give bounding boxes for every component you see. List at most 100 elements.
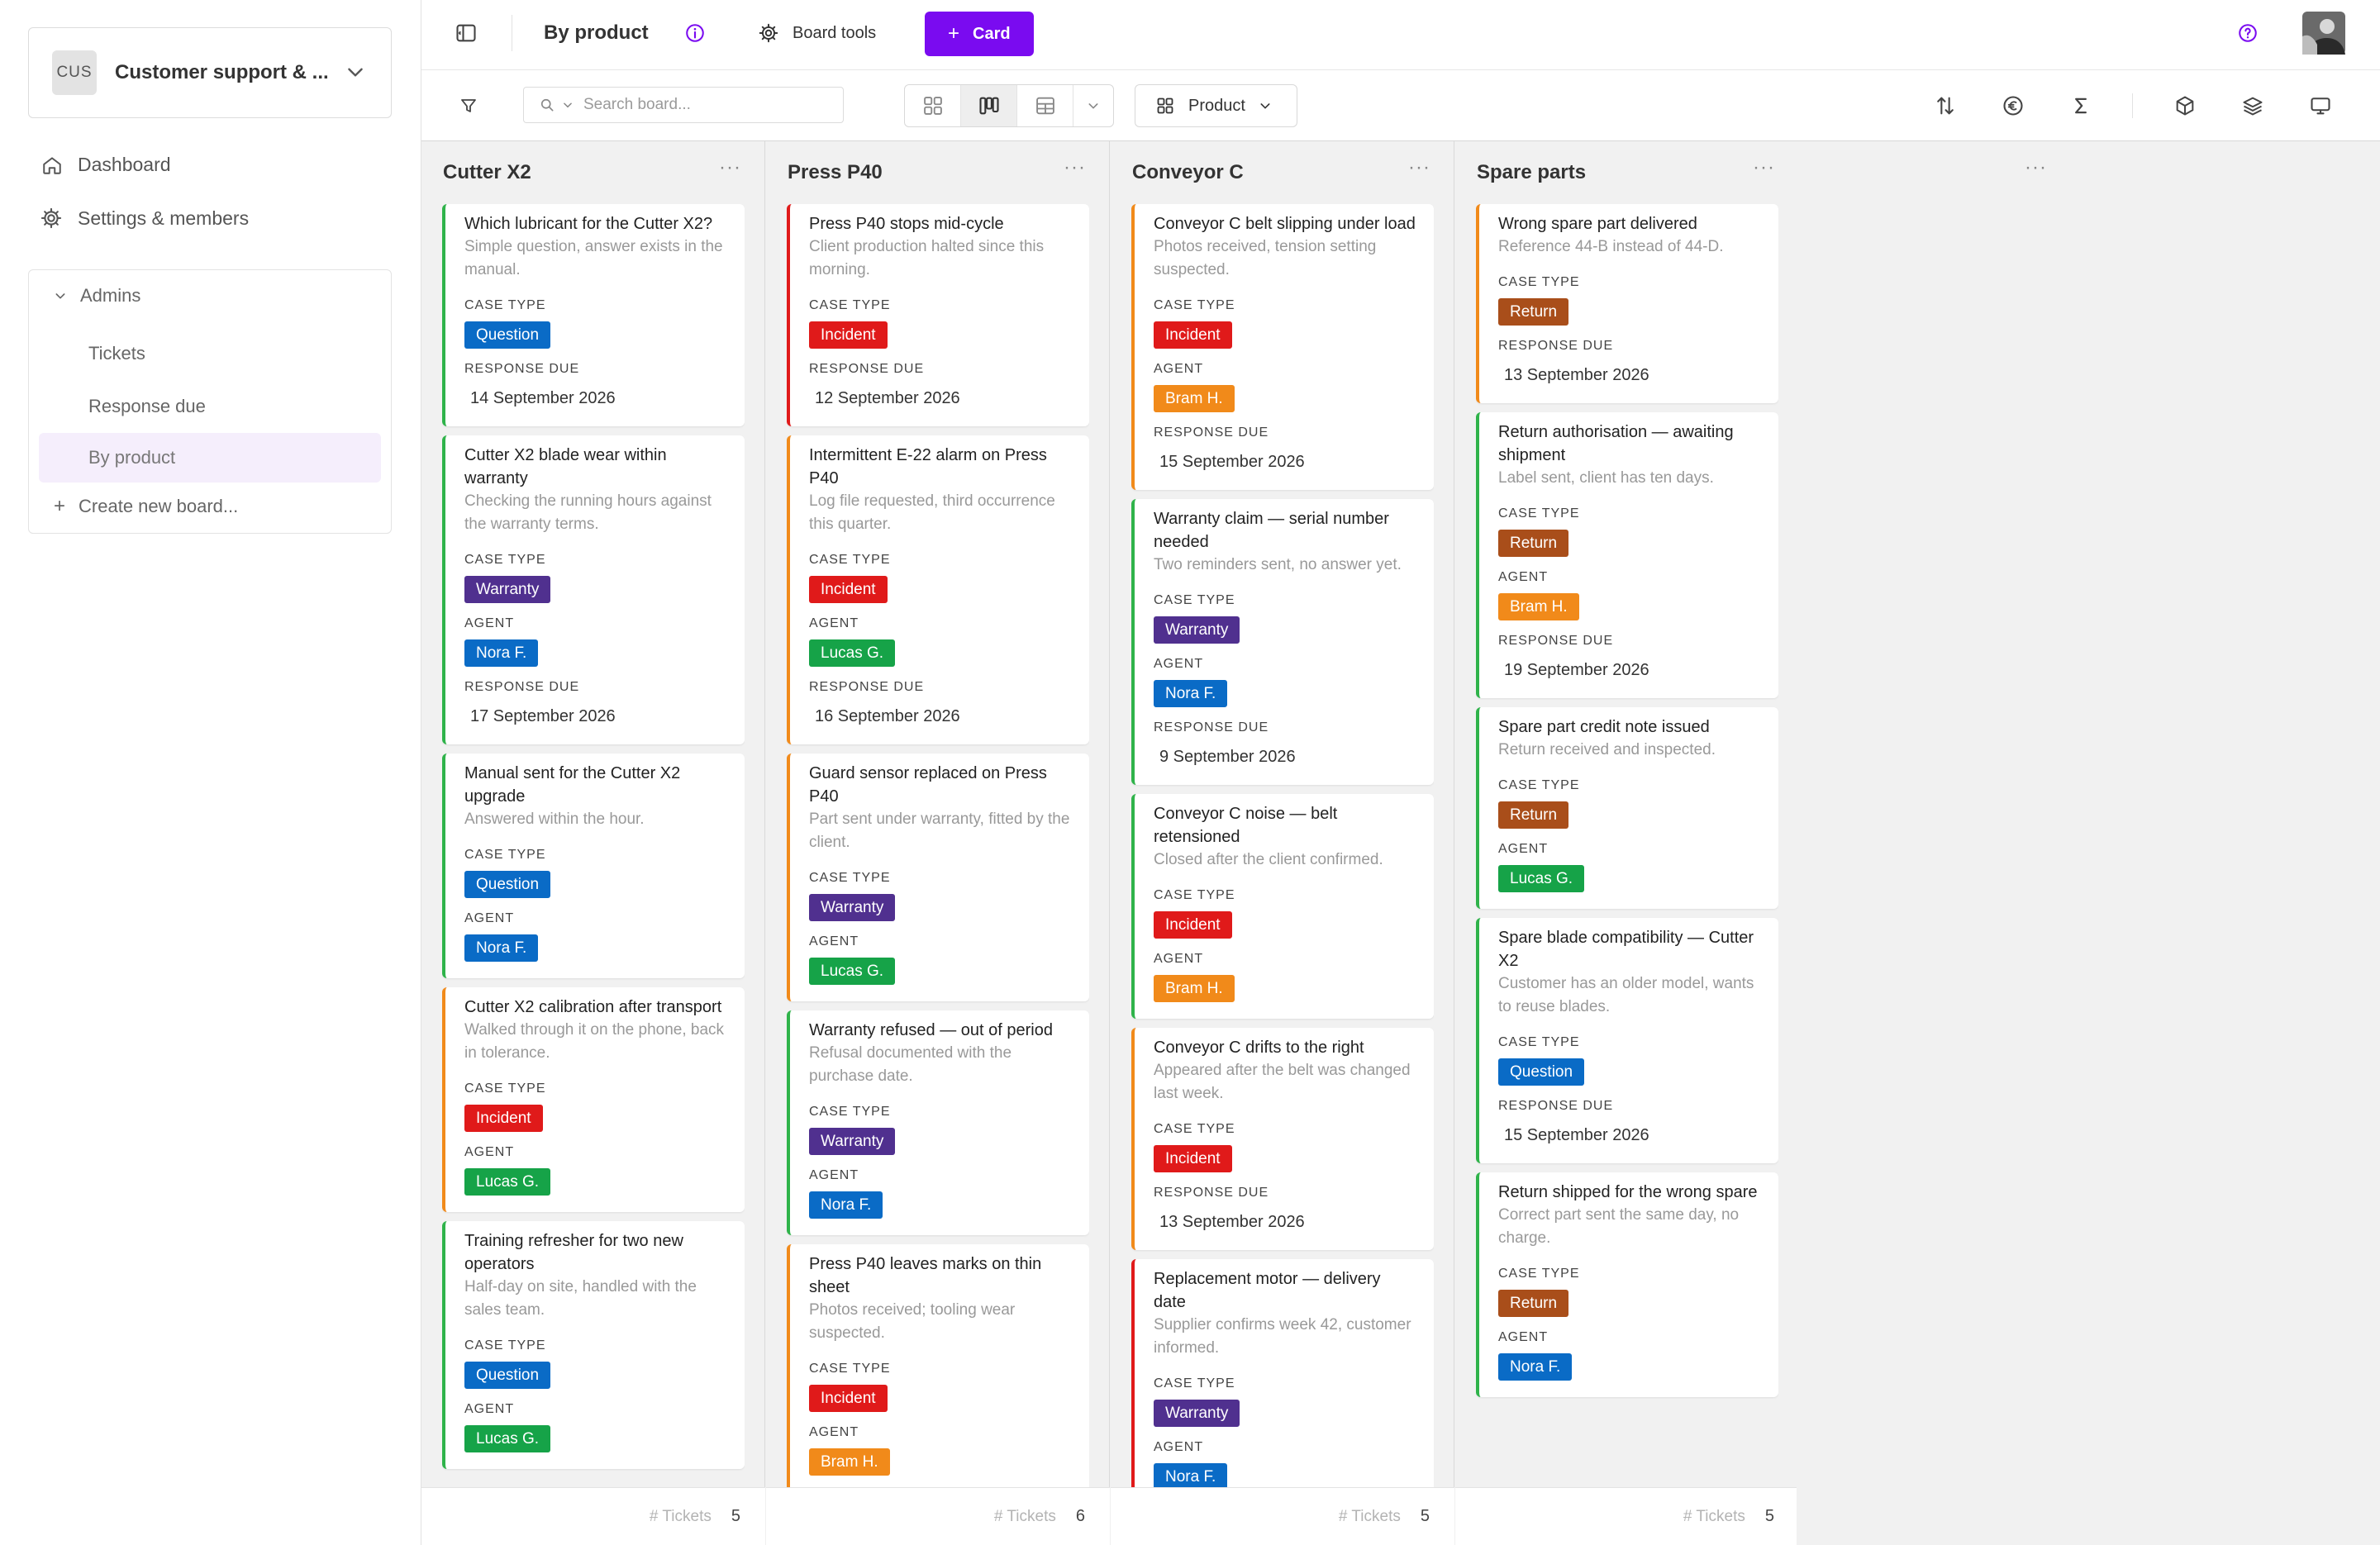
create-new-board-button[interactable]: + Create new board... — [54, 495, 238, 518]
tag-row: Nora F. — [464, 633, 728, 667]
workspace-switcher[interactable]: CUS Customer support & ... — [28, 27, 392, 118]
box-icon — [2176, 96, 2194, 116]
tag-row: Nora F. — [1498, 1347, 1762, 1381]
ticket-card[interactable]: Wrong spare part delivered Reference 44-B… — [1476, 204, 1778, 403]
create-new-board-label: Create new board... — [79, 496, 239, 516]
ticket-card[interactable]: Which lubricant for the Cutter X2? Simple… — [442, 204, 745, 426]
more-icon[interactable]: ··· — [719, 156, 741, 179]
board-item-by-product[interactable]: By product — [39, 433, 381, 483]
ticket-card[interactable]: Spare part credit note issued Return rece… — [1476, 707, 1778, 909]
ticket-count: 6 — [1075, 1507, 1085, 1525]
layers-button[interactable] — [2239, 92, 2267, 120]
view-grid-button[interactable] — [905, 85, 961, 126]
ticket-card[interactable]: Spare blade compatibility — Cutter X2 Cus… — [1476, 918, 1778, 1163]
ticket-card[interactable]: Guard sensor replaced on Press P40 Part s… — [787, 753, 1089, 1001]
chevron-down-icon — [1088, 103, 1098, 109]
more-icon[interactable]: ··· — [1753, 156, 1775, 179]
view-kanban-button[interactable] — [961, 85, 1017, 126]
board-tools-button[interactable]: Board tools — [758, 0, 876, 66]
case-type-badge: Incident — [1154, 1145, 1232, 1172]
tag-row: Return — [1498, 1283, 1762, 1317]
card-list: Wrong spare part delivered Reference 44-B… — [1476, 204, 1778, 1491]
ticket-card[interactable]: Conveyor C drifts to the right Appeared a… — [1131, 1028, 1434, 1250]
tag-row: Return — [1498, 795, 1762, 829]
boards-group-admins[interactable]: Admins — [54, 285, 140, 307]
ticket-card[interactable]: Return shipped for the wrong spare Correc… — [1476, 1172, 1778, 1397]
ticket-card[interactable]: Press P40 stops mid-cycle Client producti… — [787, 204, 1089, 426]
card-list: Which lubricant for the Cutter X2? Simple… — [442, 204, 745, 1491]
more-icon[interactable]: ··· — [1064, 156, 1086, 179]
more-icon[interactable]: ··· — [1408, 156, 1430, 179]
ticket-count: 5 — [731, 1507, 740, 1525]
nav-settings[interactable]: Settings & members — [40, 207, 249, 230]
ticket-card[interactable]: Training refresher for two new operators… — [442, 1221, 745, 1469]
field-label: AGENT — [809, 1168, 859, 1182]
ticket-card[interactable]: Warranty refused — out of period Refusal … — [787, 1010, 1089, 1235]
ticket-card[interactable]: Press P40 leaves marks on thin sheet Phot… — [787, 1244, 1089, 1491]
field-label: AGENT — [464, 1145, 515, 1159]
response-due-date: 19 September 2026 — [1504, 661, 1649, 679]
toggle-sidebar-button[interactable] — [455, 0, 478, 66]
search-input[interactable]: Search board... — [523, 87, 844, 123]
add-card-label: Card — [973, 24, 1011, 43]
user-avatar[interactable] — [2302, 0, 2345, 66]
case-type-badge: Warranty — [809, 894, 896, 921]
more-icon[interactable]: ··· — [2025, 156, 2047, 179]
ticket-count: 5 — [1420, 1507, 1430, 1525]
currency-button[interactable] — [1999, 92, 2027, 120]
view-table-button[interactable] — [1017, 85, 1073, 126]
agent-badge: Lucas G. — [1498, 865, 1585, 892]
group-by-select[interactable]: Product — [1135, 84, 1297, 127]
column-footer: # Tickets 5 — [421, 1487, 765, 1545]
agent-badge: Bram H. — [809, 1448, 890, 1476]
board-column: Spare parts ··· Wrong spare part delivered… — [1455, 141, 1799, 1545]
tag-row: Lucas G. — [1498, 858, 1762, 892]
agent-badge: Lucas G. — [464, 1425, 551, 1452]
field-label: AGENT — [1154, 1440, 1204, 1454]
workspace-name: Customer support & ... — [115, 61, 329, 83]
ticket-card[interactable]: Conveyor C belt slipping under load Photo… — [1131, 204, 1434, 490]
response-due-date: 13 September 2026 — [1504, 366, 1649, 384]
card-description: Correct part sent the same day, no charg… — [1498, 1206, 1740, 1247]
board-info-button[interactable] — [684, 0, 706, 66]
package-button[interactable] — [2171, 92, 2199, 120]
ticket-card[interactable]: Intermittent E-22 alarm on Press P40 Log … — [787, 435, 1089, 744]
field-label: RESPONSE DUE — [1498, 1099, 1614, 1113]
tag-row: Bram H. — [1154, 378, 1417, 412]
ticket-card[interactable]: Return authorisation — awaiting shipment… — [1476, 412, 1778, 698]
ticket-card[interactable]: Cutter X2 calibration after transport Wal… — [442, 987, 745, 1212]
ticket-card[interactable]: Cutter X2 blade wear within warranty Chec… — [442, 435, 745, 744]
board-item-tickets[interactable]: Tickets — [39, 329, 381, 378]
view-more-button[interactable] — [1073, 85, 1113, 126]
card-title: Wrong spare part delivered — [1498, 215, 1697, 233]
sum-button[interactable] — [2067, 92, 2095, 120]
grid-icon — [923, 97, 942, 115]
field-label: CASE TYPE — [1498, 275, 1580, 289]
tag-row: Lucas G. — [464, 1419, 728, 1452]
ticket-card[interactable]: Warranty claim — serial number needed Two… — [1131, 499, 1434, 785]
field-label: CASE TYPE — [809, 1362, 891, 1376]
tag-row: Return — [1498, 523, 1762, 557]
card-description: Simple question, answer exists in the ma… — [464, 238, 723, 278]
nav-dashboard[interactable]: Dashboard — [41, 154, 171, 176]
search-icon — [540, 98, 554, 112]
info-icon — [686, 24, 704, 42]
sort-button[interactable] — [1931, 92, 1959, 120]
case-type-badge: Warranty — [464, 576, 551, 603]
ticket-card[interactable]: Manual sent for the Cutter X2 upgrade Ans… — [442, 753, 745, 978]
card-title: Press P40 leaves marks on thin sheet — [809, 1255, 1042, 1296]
ticket-card[interactable]: Replacement motor — delivery date Supplie… — [1131, 1259, 1434, 1491]
ticket-card[interactable]: Conveyor C noise — belt retensioned Close… — [1131, 794, 1434, 1019]
agent-badge: Lucas G. — [809, 958, 896, 985]
case-type-badge: Warranty — [1154, 1400, 1240, 1427]
help-button[interactable] — [2237, 0, 2259, 66]
case-type-badge: Return — [1498, 801, 1569, 829]
tag-row: Incident — [464, 1098, 728, 1132]
tag-row: Question — [464, 864, 728, 898]
filter-button[interactable] — [455, 92, 483, 120]
present-button[interactable] — [2306, 92, 2335, 120]
add-card-button[interactable]: + Card — [925, 12, 1034, 56]
chevron-down-icon — [55, 293, 65, 299]
card-title: Cutter X2 calibration after transport — [464, 998, 722, 1016]
board-item-response-due[interactable]: Response due — [39, 382, 381, 431]
